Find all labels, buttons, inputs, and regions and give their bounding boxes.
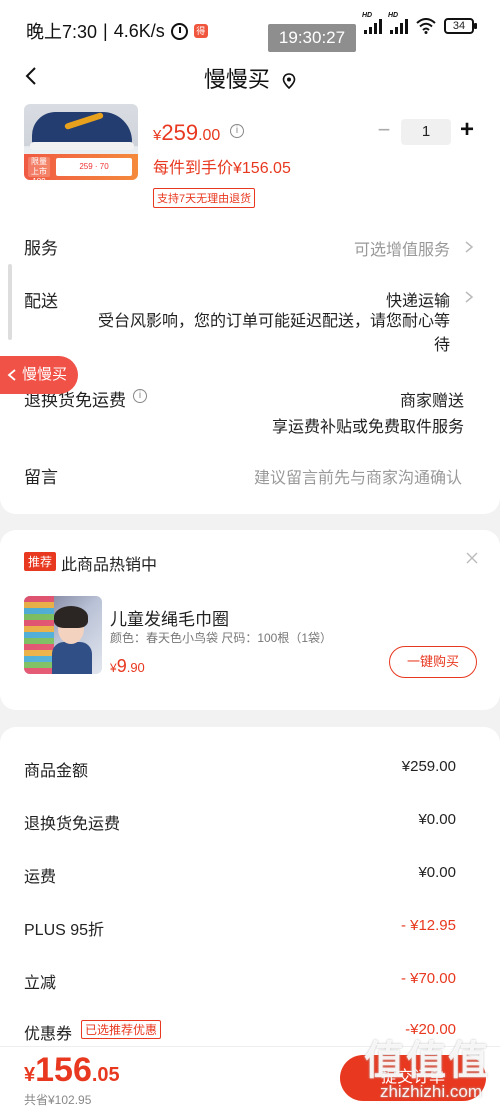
- clock-text: 晚上7:30: [26, 22, 98, 42]
- summary-value: ¥0.00: [418, 811, 456, 828]
- order-total: ¥156.05: [24, 1051, 120, 1089]
- watermark-url: zhizhizhi.com: [379, 1082, 482, 1101]
- delivery-label: 配送: [24, 292, 58, 311]
- price-info-icon[interactable]: i: [230, 124, 244, 138]
- summary-label: 优惠券: [24, 1026, 73, 1043]
- message-input[interactable]: 建议留言前先与商家沟通确认: [254, 464, 462, 488]
- quantity-input[interactable]: 1: [401, 119, 451, 145]
- final-unit-price: 每件到手价¥156.05: [153, 160, 291, 177]
- time-overlay: 19:30:27: [268, 24, 356, 52]
- summary-value: - ¥70.00: [400, 970, 456, 987]
- summary-value: - ¥12.95: [400, 917, 456, 934]
- summary-label: 退换货免运费: [24, 816, 121, 833]
- coupon-tag[interactable]: 已选推荐优惠: [81, 1020, 162, 1039]
- summary-value: ¥0.00: [418, 864, 456, 881]
- service-label: 服务: [24, 239, 58, 258]
- network-speed: 4.6K/s: [113, 20, 165, 41]
- chevron-right-icon[interactable]: [464, 240, 474, 254]
- page-title: 慢慢买: [0, 62, 500, 94]
- status-right: HD HD 34: [362, 12, 477, 34]
- summary-value: ¥259.00: [401, 758, 456, 775]
- summary-label: PLUS 95折: [24, 922, 105, 939]
- one-click-buy-button[interactable]: 一键购买: [389, 646, 477, 678]
- saved-amount: 共省¥102.95: [24, 1093, 92, 1107]
- signal-icon: HD: [362, 12, 382, 34]
- nav-bar: 慢慢买: [0, 56, 500, 100]
- recommend-product-name[interactable]: 儿童发绳毛巾圈: [110, 605, 229, 630]
- chevron-left-icon: [7, 369, 16, 381]
- summary-label: 商品金额: [24, 763, 89, 780]
- delivery-delay-notice: 受台风影响，您的订单可能延迟配送，请您耐心等待: [97, 313, 450, 354]
- battery-icon: 34: [444, 18, 477, 34]
- delivery-value[interactable]: 快递运输: [386, 287, 450, 311]
- return-shipping-desc: 享运费补贴或免费取件服务: [271, 419, 464, 436]
- summary-label: 运费: [24, 869, 57, 886]
- chevron-right-icon[interactable]: [464, 290, 474, 304]
- service-value[interactable]: 可选增值服务: [354, 236, 450, 260]
- recommend-product-image[interactable]: [24, 596, 102, 674]
- recommend-product-spec: 颜色：春天色小鸟袋 尺码：100根（1袋）: [110, 631, 333, 645]
- watermark-logo: 值值值: [364, 1039, 490, 1083]
- close-icon[interactable]: [466, 552, 478, 564]
- return-policy-tag: 支持7天无理由退货: [153, 188, 256, 208]
- product-image-tag: 限量上市 189 259 · 70: [24, 154, 138, 180]
- quantity-decrease-button[interactable]: −: [374, 119, 394, 142]
- order-card: 限量上市 189 259 · 70 ¥259.00 i − 1 + 每件到手价¥…: [0, 100, 500, 514]
- wifi-icon: [416, 18, 436, 34]
- summary-label: 立减: [24, 975, 57, 992]
- app-notification-icon: 得: [193, 24, 208, 38]
- signal-icon-2: HD: [388, 12, 408, 34]
- status-bar: 晚上7:30 | 4.6K/s 得 19:30:27 HD HD 34: [0, 0, 500, 56]
- scroll-indicator: [8, 264, 12, 340]
- status-left: 晚上7:30 | 4.6K/s 得: [26, 18, 208, 44]
- alarm-icon: [170, 22, 188, 40]
- message-label: 留言: [24, 468, 58, 487]
- recommend-title: 此商品热销中: [61, 557, 158, 574]
- recommend-product-price: ¥9.90: [110, 656, 145, 676]
- product-image[interactable]: 限量上市 189 259 · 70: [24, 104, 138, 180]
- location-icon[interactable]: [282, 73, 296, 90]
- quantity-increase-button[interactable]: +: [457, 118, 477, 142]
- recommendation-card: 推荐 此商品热销中 儿童发绳毛巾圈 颜色：春天色小鸟袋 尺码：100根（1袋） …: [0, 530, 500, 710]
- return-shipping-info-icon[interactable]: i: [133, 389, 147, 403]
- product-price: ¥259.00: [153, 120, 221, 145]
- recommend-badge: 推荐: [24, 552, 57, 571]
- floating-back-tab[interactable]: 慢慢买: [0, 356, 78, 394]
- return-shipping-value: 商家赠送: [399, 393, 464, 410]
